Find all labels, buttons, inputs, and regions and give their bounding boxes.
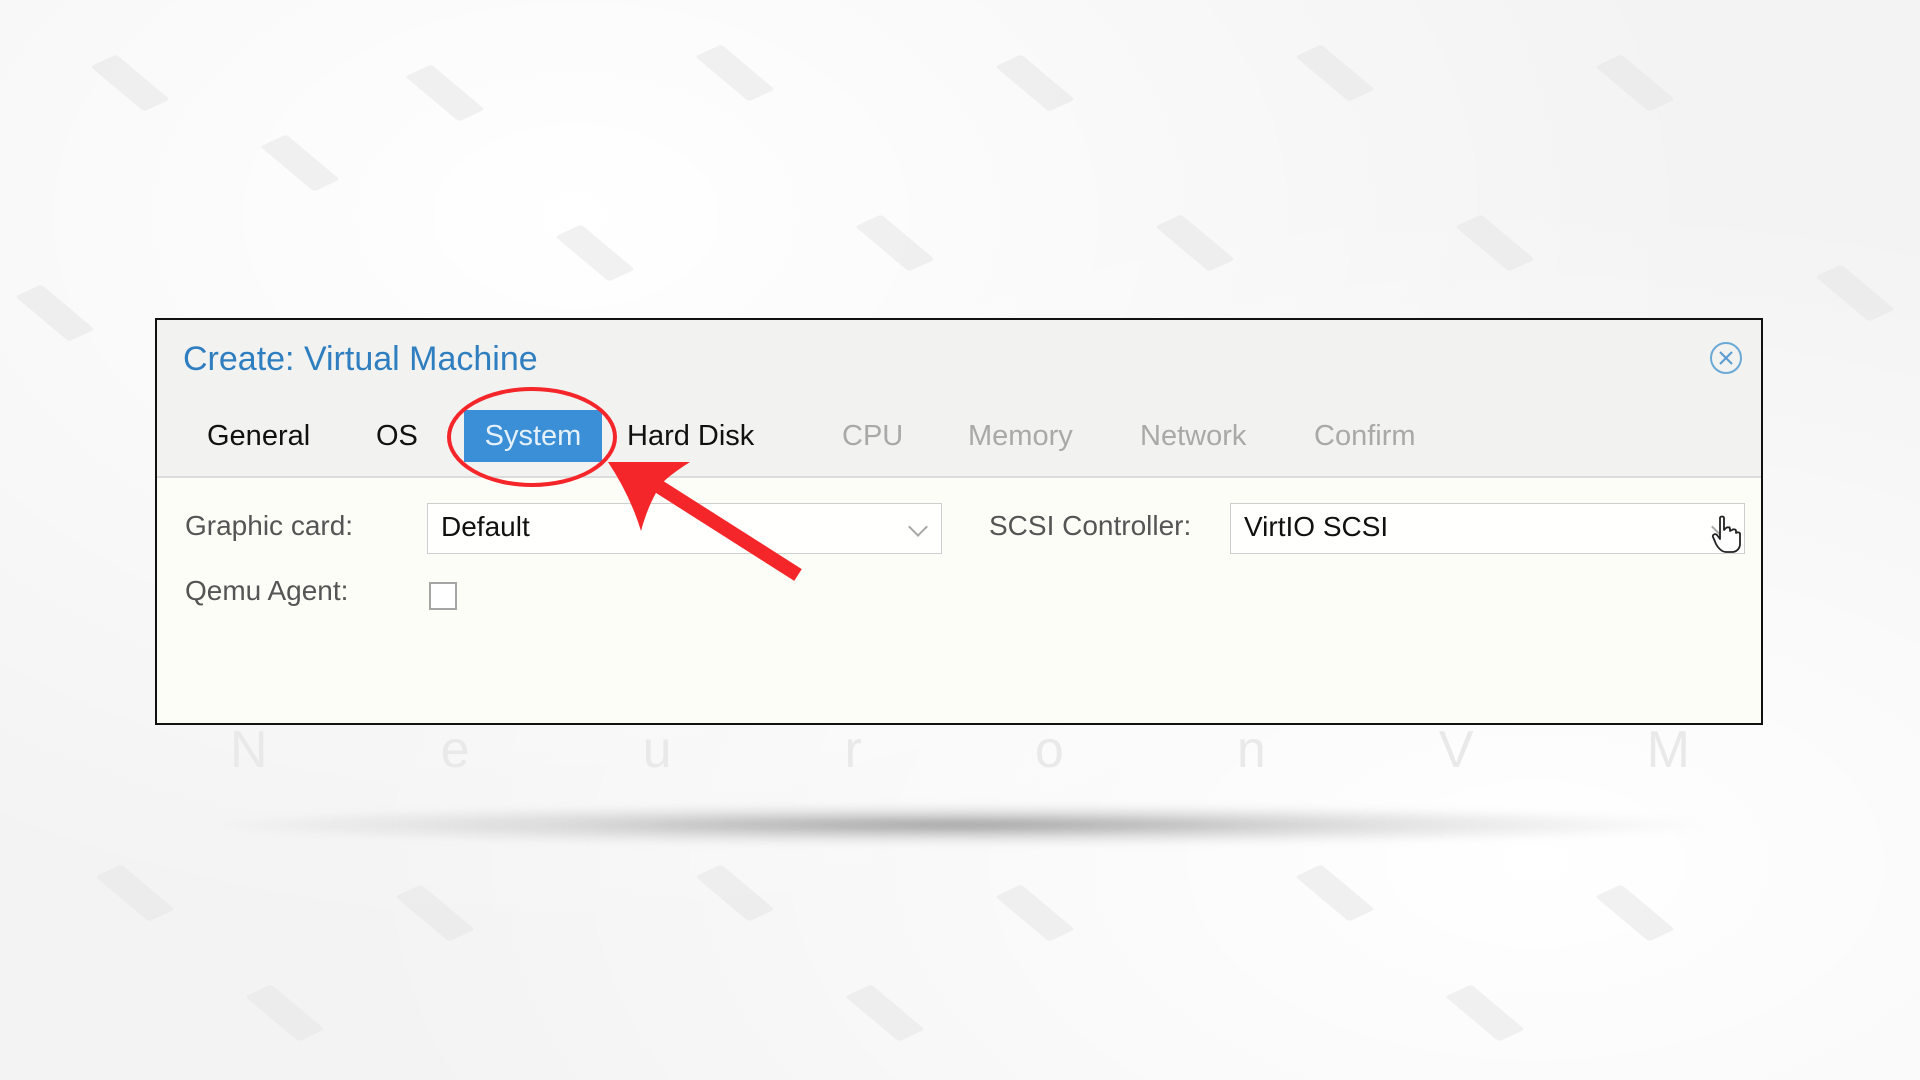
chevron-down-icon[interactable] (1711, 517, 1731, 537)
create-vm-dialog: Create: Virtual Machine General OS Syste… (155, 318, 1763, 725)
tab-os[interactable]: OS (356, 410, 438, 462)
background-logo-tile (995, 54, 1075, 112)
dialog-header: Create: Virtual Machine General OS Syste… (157, 320, 1761, 478)
tab-hard-disk[interactable]: Hard Disk (607, 410, 774, 462)
background-logo-tile (1455, 214, 1535, 272)
background-logo-tile (1295, 44, 1375, 102)
tab-confirm: Confirm (1314, 420, 1416, 452)
qemu-agent-checkbox[interactable] (429, 582, 457, 610)
dialog-title: Create: Virtual Machine (183, 340, 538, 378)
scsi-controller-value: VirtIO SCSI (1244, 511, 1389, 542)
background-logo-tile (1815, 264, 1895, 322)
background-logo-tile (1595, 884, 1675, 942)
scsi-controller-select[interactable]: VirtIO SCSI (1230, 503, 1745, 554)
background-logo-tile (95, 864, 175, 922)
watermark: N e u r o n V M (230, 720, 1690, 780)
drop-shadow (220, 805, 1700, 845)
background-logo-tile (855, 214, 935, 272)
background-logo-tile (1595, 54, 1675, 112)
tab-cpu: CPU (842, 420, 904, 452)
watermark-letter: V (1438, 721, 1474, 779)
background-logo-tile (90, 54, 170, 112)
scsi-controller-label: SCSI Controller: (989, 510, 1192, 541)
watermark-letter: o (1034, 721, 1064, 779)
tab-memory: Memory (968, 420, 1073, 452)
watermark-letter: u (642, 721, 672, 779)
background-logo-tile (1155, 214, 1235, 272)
background-logo-tile (1295, 864, 1375, 922)
background-logo-tile (405, 64, 485, 122)
graphic-card-value: Default (441, 511, 530, 542)
chevron-down-icon[interactable] (908, 517, 928, 537)
background-logo-tile (1445, 984, 1525, 1042)
background-logo-tile (15, 284, 95, 342)
close-icon (1719, 351, 1733, 365)
graphic-card-label: Graphic card: (185, 510, 354, 541)
graphic-card-select[interactable]: Default (427, 503, 942, 554)
background-logo-tile (995, 884, 1075, 942)
background-logo-tile (845, 984, 925, 1042)
watermark-letter: N (230, 721, 268, 779)
background-logo-tile (695, 44, 775, 102)
background-logo-tile (260, 134, 340, 192)
background-logo-tile (695, 864, 775, 922)
watermark-letter: n (1236, 721, 1266, 779)
tab-network: Network (1140, 420, 1247, 452)
background-logo-tile (245, 984, 325, 1042)
background-logo-tile (555, 224, 635, 282)
tab-system[interactable]: System (464, 410, 602, 462)
tab-general[interactable]: General (187, 410, 330, 462)
close-button[interactable] (1710, 342, 1742, 374)
background-logo-tile (395, 884, 475, 942)
watermark-letter: e (440, 721, 470, 779)
watermark-letter: r (844, 721, 862, 779)
qemu-agent-label: Qemu Agent: (185, 575, 349, 606)
watermark-letter: M (1646, 721, 1690, 779)
